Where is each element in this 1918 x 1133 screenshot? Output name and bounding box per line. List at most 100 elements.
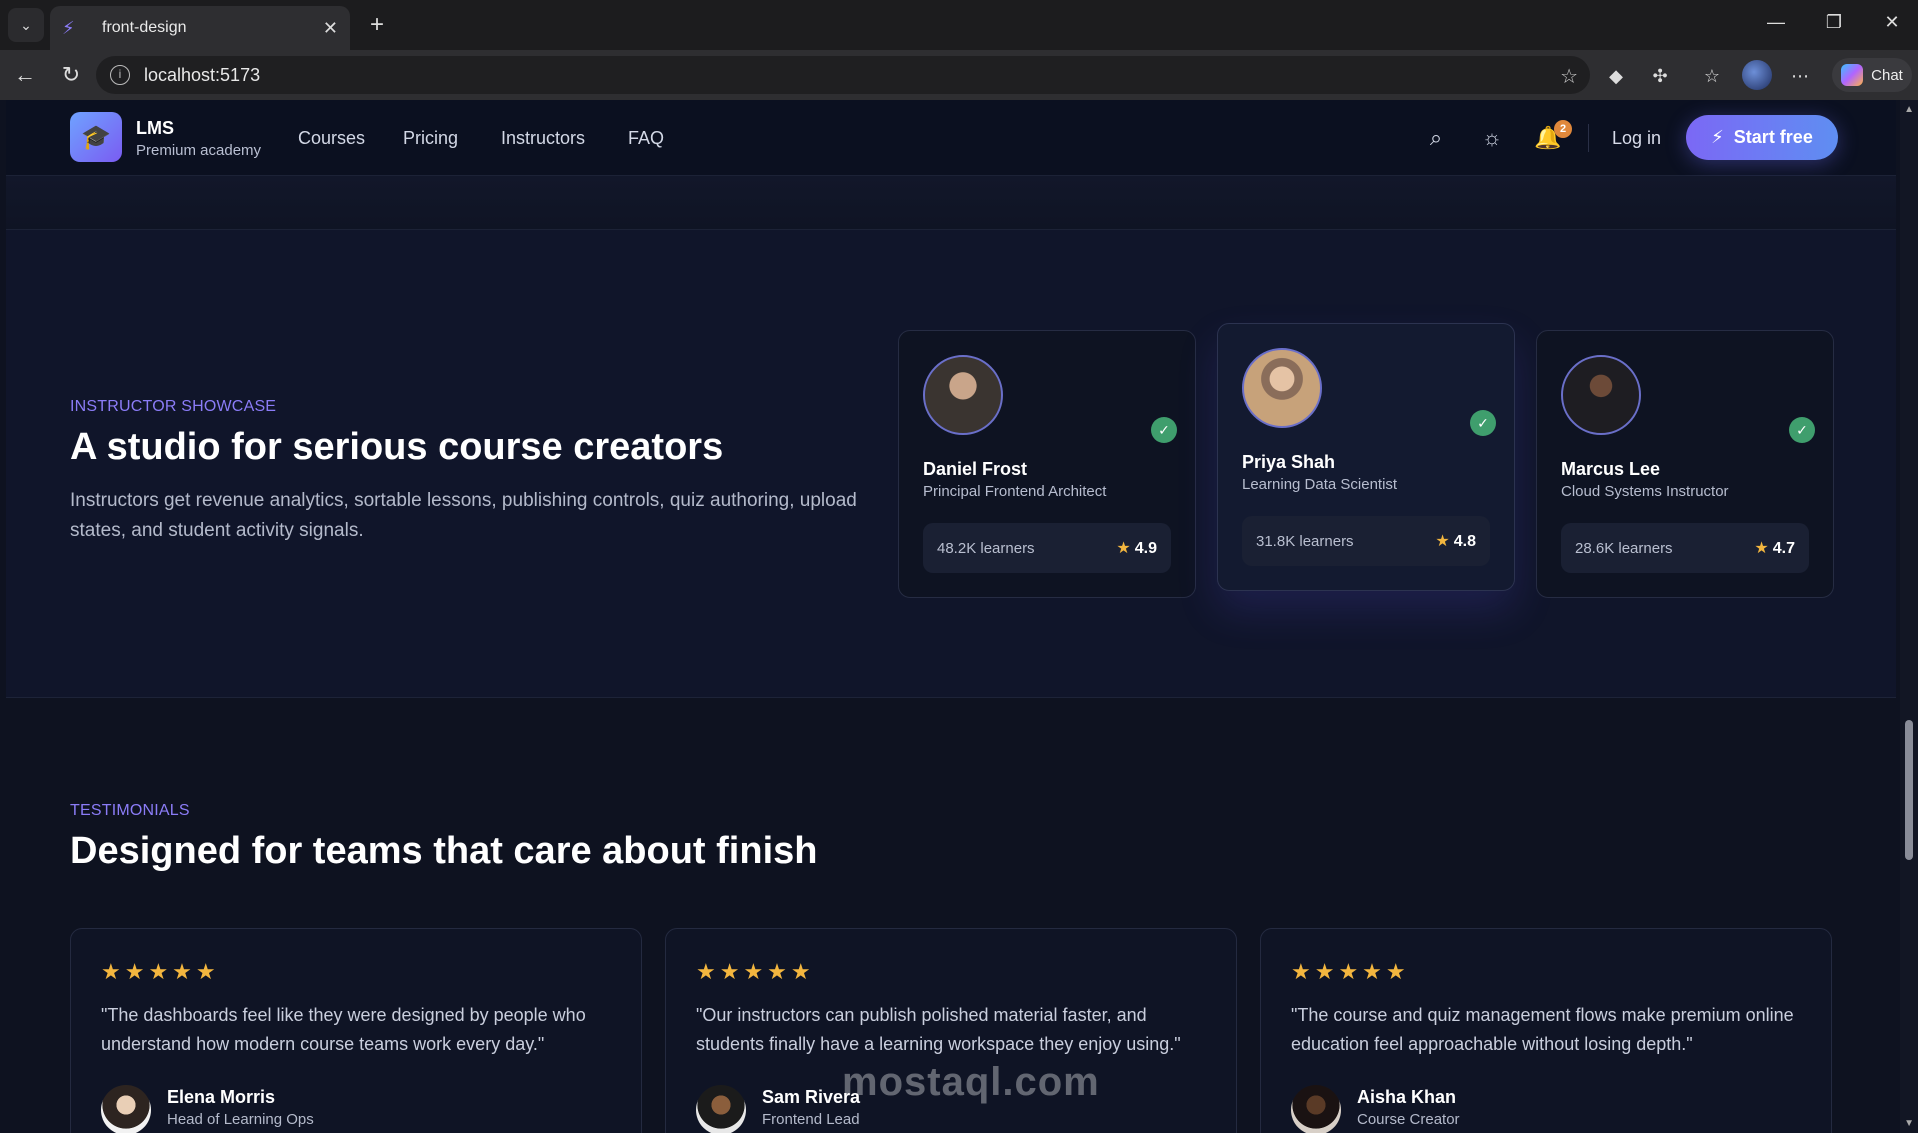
restore-icon[interactable]: ❐ [1814,12,1854,33]
hero-bottom-band [6,176,1896,230]
instructor-card[interactable]: ✓ Daniel Frost Principal Frontend Archit… [898,330,1196,598]
testimonial-quote: "Our instructors can publish polished ma… [696,1005,1181,1054]
testimonial-quote: "The course and quiz management flows ma… [1291,1005,1794,1054]
extension-puzzle-icon[interactable]: ◆ [1602,62,1630,90]
start-free-button[interactable]: ⚡ Start free [1686,115,1838,160]
rating: ★ 4.7 [1754,538,1795,558]
showcase-description: Instructors get revenue analytics, sorta… [70,490,857,541]
scroll-down-icon[interactable]: ▼ [1904,1118,1914,1129]
login-link[interactable]: Log in [1612,128,1661,149]
minimize-icon[interactable]: — [1756,12,1796,33]
notification-badge: 2 [1554,120,1572,138]
address-bar[interactable]: i localhost:5173 ☆ [96,56,1590,94]
graduation-cap-icon[interactable]: 🎓 [70,112,122,162]
testimonial-quote: "The dashboards feel like they were desi… [101,1005,586,1054]
page-viewport: 🎓 LMS Premium academy Courses Pricing In… [0,100,1918,1133]
rating-value: 4.9 [1134,540,1157,557]
browser-toolbar: ← ↻ i localhost:5173 ☆ ◆ ✣ ☆ ⋯ Chat [0,50,1918,100]
scrollbar-thumb[interactable] [1905,720,1913,860]
browser-tab[interactable]: ⚡ front-design ✕ [50,6,350,50]
back-icon[interactable]: ← [12,62,38,88]
brand-subtitle: Premium academy [136,142,262,159]
tab-title: front-design [102,19,187,36]
avatar [1291,1085,1341,1133]
page-scrollbar[interactable]: ▲ ▼ [1900,100,1918,1133]
rating-value: 4.7 [1772,540,1795,557]
testimonial-role: Frontend Lead [762,1111,860,1128]
learner-count: 31.8K learners [1256,532,1354,550]
tab-close-icon[interactable]: ✕ [323,18,338,39]
bookmark-star-icon[interactable]: ☆ [1560,64,1578,89]
five-star-rating-icon: ★★★★★ [101,959,220,984]
scroll-up-icon[interactable]: ▲ [1904,104,1914,115]
avatar [1561,355,1641,435]
testimonial-name: Elena Morris [167,1087,276,1107]
five-star-rating-icon: ★★★★★ [696,959,815,984]
star-icon: ★ [1435,533,1450,550]
instructor-name: Priya Shah [1242,452,1336,472]
copilot-chat-button[interactable]: Chat [1832,58,1912,92]
watermark: mostaql.com [842,1060,1100,1104]
verified-check-icon: ✓ [1151,417,1177,443]
rating-value: 4.8 [1453,533,1476,550]
star-icon: ★ [1116,540,1131,557]
site-info-icon[interactable]: i [110,65,130,85]
instructor-role: Cloud Systems Instructor [1561,483,1729,500]
five-star-rating-icon: ★★★★★ [1291,959,1410,984]
instructor-card[interactable]: ✓ Priya Shah Learning Data Scientist 31.… [1217,323,1515,591]
instructor-stats: 48.2K learners ★ 4.9 [923,523,1171,573]
verified-check-icon: ✓ [1789,417,1815,443]
avatar [923,355,1003,435]
vite-favicon-icon: ⚡ [62,18,75,38]
window-close-icon[interactable]: ✕ [1872,12,1912,33]
extensions-icon[interactable]: ✣ [1646,62,1674,90]
testimonial-role: Course Creator [1357,1111,1460,1128]
showcase-eyebrow: INSTRUCTOR SHOWCASE [70,398,277,415]
instructor-role: Principal Frontend Architect [923,483,1107,500]
profile-avatar[interactable] [1742,60,1772,90]
bolt-icon: ⚡ [1711,127,1724,147]
avatar [696,1085,746,1133]
instructor-role: Learning Data Scientist [1242,476,1398,493]
instructor-name: Daniel Frost [923,459,1028,479]
learner-count: 48.2K learners [937,539,1035,557]
testimonial-card: ★★★★★ "The course and quiz management fl… [1260,928,1832,1133]
tab-list-button[interactable]: ⌄ [8,8,44,42]
nav-pricing[interactable]: Pricing [403,128,458,149]
favorites-icon[interactable]: ☆ [1698,62,1726,90]
nav-faq[interactable]: FAQ [628,128,664,149]
brand-title[interactable]: LMS [136,118,174,139]
theme-sun-icon[interactable]: ☼ [1478,124,1506,152]
testimonial-role: Head of Learning Ops [167,1111,314,1128]
instructor-stats: 28.6K learners ★ 4.7 [1561,523,1809,573]
instructor-card[interactable]: ✓ Marcus Lee Cloud Systems Instructor 28… [1536,330,1834,598]
testimonial-name: Aisha Khan [1357,1087,1457,1107]
showcase-title: A studio for serious course creators [70,426,724,468]
testimonials-eyebrow: TESTIMONIALS [70,802,190,819]
rating: ★ 4.9 [1116,538,1157,558]
learner-count: 28.6K learners [1575,539,1673,557]
chat-label: Chat [1871,66,1903,84]
nav-courses[interactable]: Courses [298,128,365,149]
reload-icon[interactable]: ↻ [58,62,84,88]
copilot-icon [1841,64,1864,86]
url-text: localhost:5173 [144,64,261,85]
testimonials-title: Designed for teams that care about finis… [70,830,818,872]
header-divider [1588,124,1589,152]
nav-instructors[interactable]: Instructors [501,128,585,149]
more-menu-icon[interactable]: ⋯ [1786,62,1814,90]
avatar [101,1085,151,1133]
instructor-stats: 31.8K learners ★ 4.8 [1242,516,1490,566]
testimonial-card: ★★★★★ "The dashboards feel like they wer… [70,928,642,1133]
instructor-showcase-section: INSTRUCTOR SHOWCASE A studio for serious… [6,230,1896,698]
new-tab-button[interactable]: + [362,10,392,40]
browser-tabbar: ⌄ ⚡ front-design ✕ + — ❐ ✕ [0,0,1918,50]
start-free-label: Start free [1733,127,1813,147]
search-icon[interactable]: ⌕ [1422,124,1450,152]
site-header: 🎓 LMS Premium academy Courses Pricing In… [6,100,1896,176]
verified-check-icon: ✓ [1470,410,1496,436]
star-icon: ★ [1754,540,1769,557]
rating: ★ 4.8 [1435,531,1476,551]
avatar [1242,348,1322,428]
instructor-name: Marcus Lee [1561,459,1661,479]
